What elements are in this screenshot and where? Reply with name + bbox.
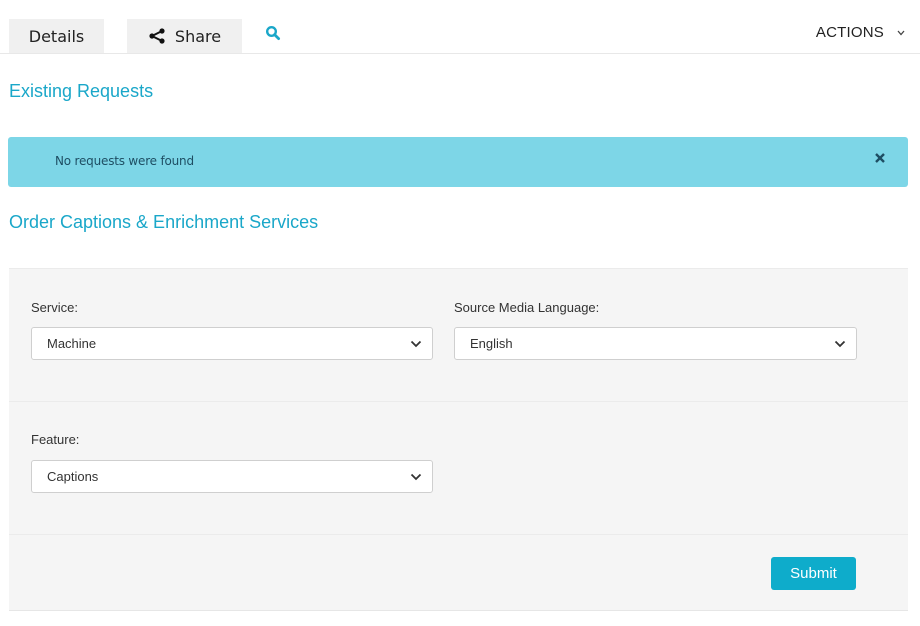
alert-text: No requests were found — [55, 154, 194, 168]
top-tab-bar: Details Share ACTIONS — [0, 0, 920, 54]
close-icon[interactable] — [874, 152, 886, 164]
service-language-panel: Service: Machine Source Media Language: … — [9, 268, 908, 401]
submit-panel: Submit — [9, 534, 908, 611]
service-select[interactable]: Machine — [31, 327, 433, 360]
chevron-down-icon — [834, 340, 846, 348]
feature-label: Feature: — [31, 432, 80, 447]
no-requests-alert: No requests were found — [8, 137, 908, 187]
search-icon[interactable] — [265, 25, 281, 41]
tab-details-label: Details — [28, 26, 85, 46]
source-language-select-value: English — [470, 336, 513, 351]
chevron-down-icon — [897, 30, 905, 35]
service-label: Service: — [31, 300, 78, 315]
chevron-down-icon — [410, 340, 422, 348]
source-language-select[interactable]: English — [454, 327, 857, 360]
feature-panel: Feature: Captions — [9, 401, 908, 534]
existing-requests-title: Existing Requests — [9, 81, 154, 101]
share-icon — [149, 28, 165, 44]
tab-details[interactable]: Details — [9, 19, 104, 53]
order-services-title: Order Captions & Enrichment Services — [9, 212, 319, 232]
feature-select[interactable]: Captions — [31, 460, 433, 493]
chevron-down-icon — [410, 473, 422, 481]
tab-share-label: Share — [174, 26, 222, 46]
submit-button[interactable]: Submit — [771, 557, 856, 590]
source-language-label: Source Media Language: — [454, 300, 600, 315]
actions-dropdown[interactable]: ACTIONS — [816, 24, 906, 41]
feature-select-value: Captions — [47, 469, 99, 484]
service-select-value: Machine — [47, 336, 97, 351]
actions-label: ACTIONS — [815, 24, 884, 41]
tab-share[interactable]: Share — [127, 19, 242, 53]
